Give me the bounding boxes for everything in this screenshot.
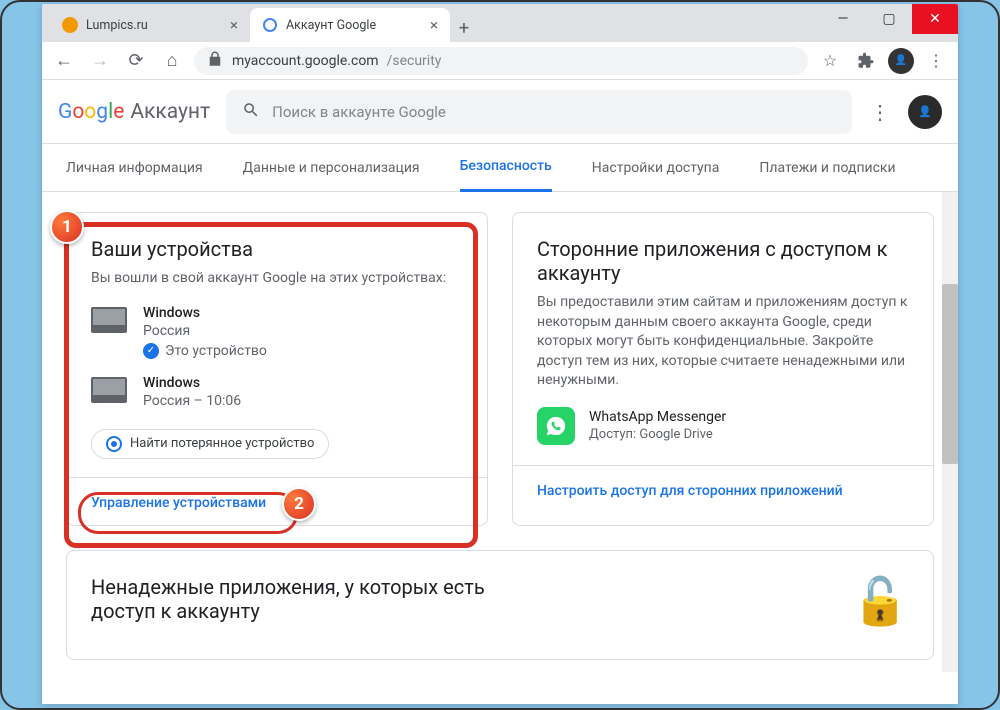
lock-icon bbox=[206, 50, 224, 72]
manage-devices-link[interactable]: Управление устройствами bbox=[91, 495, 266, 511]
scrollbar-thumb[interactable] bbox=[942, 284, 958, 464]
tab-data-personalization[interactable]: Данные и персонализация bbox=[243, 144, 420, 192]
device-location: Россия bbox=[143, 323, 267, 339]
search-input[interactable]: Поиск в аккаунте Google bbox=[226, 90, 852, 134]
nav-tabs: Личная информация Данные и персонализаци… bbox=[42, 144, 958, 192]
close-tab-icon[interactable]: × bbox=[230, 16, 238, 34]
laptop-icon bbox=[91, 377, 127, 403]
app-access: Доступ: Google Drive bbox=[589, 427, 726, 442]
tab-personal-info[interactable]: Личная информация bbox=[66, 144, 203, 192]
maximize-button[interactable]: ▢ bbox=[866, 4, 912, 34]
tab-access-settings[interactable]: Настройки доступа bbox=[592, 144, 720, 192]
profile-avatar-icon[interactable]: 👤 bbox=[888, 48, 914, 74]
laptop-icon bbox=[91, 307, 127, 333]
chip-label: Найти потерянное устройство bbox=[130, 436, 314, 451]
home-button[interactable]: ⌂ bbox=[158, 47, 186, 75]
annotation-badge-1: 1 bbox=[50, 210, 84, 244]
tab-favicon bbox=[262, 17, 278, 33]
kebab-menu-icon[interactable]: ⋮ bbox=[922, 47, 950, 75]
your-devices-card: Ваши устройства Вы вошли в свой аккаунт … bbox=[66, 212, 488, 526]
content-area: Ваши устройства Вы вошли в свой аккаунт … bbox=[42, 192, 958, 704]
device-name: Windows bbox=[143, 305, 267, 321]
check-circle-icon: ✓ bbox=[143, 343, 159, 359]
google-account-logo[interactable]: Google Аккаунт bbox=[58, 100, 210, 124]
close-window-button[interactable]: ✕ bbox=[912, 4, 958, 34]
target-icon bbox=[106, 436, 122, 452]
minimize-button[interactable]: — bbox=[820, 4, 866, 34]
third-party-apps-card: Сторонние приложения с доступом к аккаун… bbox=[512, 212, 934, 526]
card-title: Сторонние приложения с доступом к аккаун… bbox=[537, 237, 909, 285]
find-lost-device-chip[interactable]: Найти потерянное устройство bbox=[91, 429, 329, 459]
omnibox-row: ← → ⟳ ⌂ myaccount.google.com/security ☆ … bbox=[42, 42, 958, 80]
device-location: Россия – 10:06 bbox=[143, 393, 241, 409]
card-description: Вы вошли в свой аккаунт Google на этих у… bbox=[91, 269, 463, 289]
browser-tab-lumpics[interactable]: Lumpics.ru × bbox=[50, 8, 250, 42]
tab-title: Аккаунт Google bbox=[286, 18, 376, 33]
close-tab-icon[interactable]: × bbox=[430, 16, 438, 34]
reload-button[interactable]: ⟳ bbox=[122, 47, 150, 75]
titlebar: Lumpics.ru × Аккаунт Google × + — ▢ ✕ bbox=[42, 4, 958, 42]
tab-payments[interactable]: Платежи и подписки bbox=[759, 144, 895, 192]
search-icon bbox=[242, 101, 260, 123]
search-placeholder: Поиск в аккаунте Google bbox=[272, 103, 446, 121]
unlock-icon: 🔓 bbox=[852, 575, 909, 629]
logo-suffix: Аккаунт bbox=[130, 100, 210, 124]
address-bar[interactable]: myaccount.google.com/security bbox=[194, 47, 808, 75]
card-description: Вы предоставили этим сайтам и приложения… bbox=[537, 293, 909, 391]
browser-tab-google-account[interactable]: Аккаунт Google × bbox=[250, 8, 450, 42]
device-item[interactable]: Windows Россия – 10:06 bbox=[91, 375, 463, 409]
app-name: WhatsApp Messenger bbox=[589, 409, 726, 425]
browser-window: Lumpics.ru × Аккаунт Google × + — ▢ ✕ ← … bbox=[42, 4, 958, 704]
back-button[interactable]: ← bbox=[50, 47, 78, 75]
url-domain: myaccount.google.com bbox=[232, 53, 379, 69]
url-path: /security bbox=[387, 53, 442, 69]
app-item-whatsapp[interactable]: WhatsApp Messenger Доступ: Google Drive bbox=[537, 407, 909, 445]
tab-security[interactable]: Безопасность bbox=[460, 144, 552, 192]
card-title: Ненадежные приложения, у которых есть до… bbox=[91, 575, 511, 623]
app-header: Google Аккаунт Поиск в аккаунте Google ⋮… bbox=[42, 80, 958, 144]
card-title: Ваши устройства bbox=[91, 237, 463, 261]
whatsapp-icon bbox=[537, 407, 575, 445]
tab-title: Lumpics.ru bbox=[86, 18, 148, 33]
this-device-label: Это устройство bbox=[165, 343, 267, 359]
less-secure-apps-card: Ненадежные приложения, у которых есть до… bbox=[66, 550, 934, 660]
device-name: Windows bbox=[143, 375, 241, 391]
configure-third-party-link[interactable]: Настроить доступ для сторонних приложени… bbox=[537, 483, 843, 499]
device-item[interactable]: Windows Россия ✓ Это устройство bbox=[91, 305, 463, 359]
extensions-icon[interactable] bbox=[852, 47, 880, 75]
annotation-badge-2: 2 bbox=[282, 487, 316, 521]
kebab-menu-icon[interactable]: ⋮ bbox=[868, 100, 892, 124]
tab-favicon bbox=[62, 17, 78, 33]
new-tab-button[interactable]: + bbox=[450, 14, 478, 42]
account-avatar[interactable]: 👤 bbox=[908, 95, 942, 129]
forward-button[interactable]: → bbox=[86, 47, 114, 75]
bookmark-star-icon[interactable]: ☆ bbox=[816, 47, 844, 75]
